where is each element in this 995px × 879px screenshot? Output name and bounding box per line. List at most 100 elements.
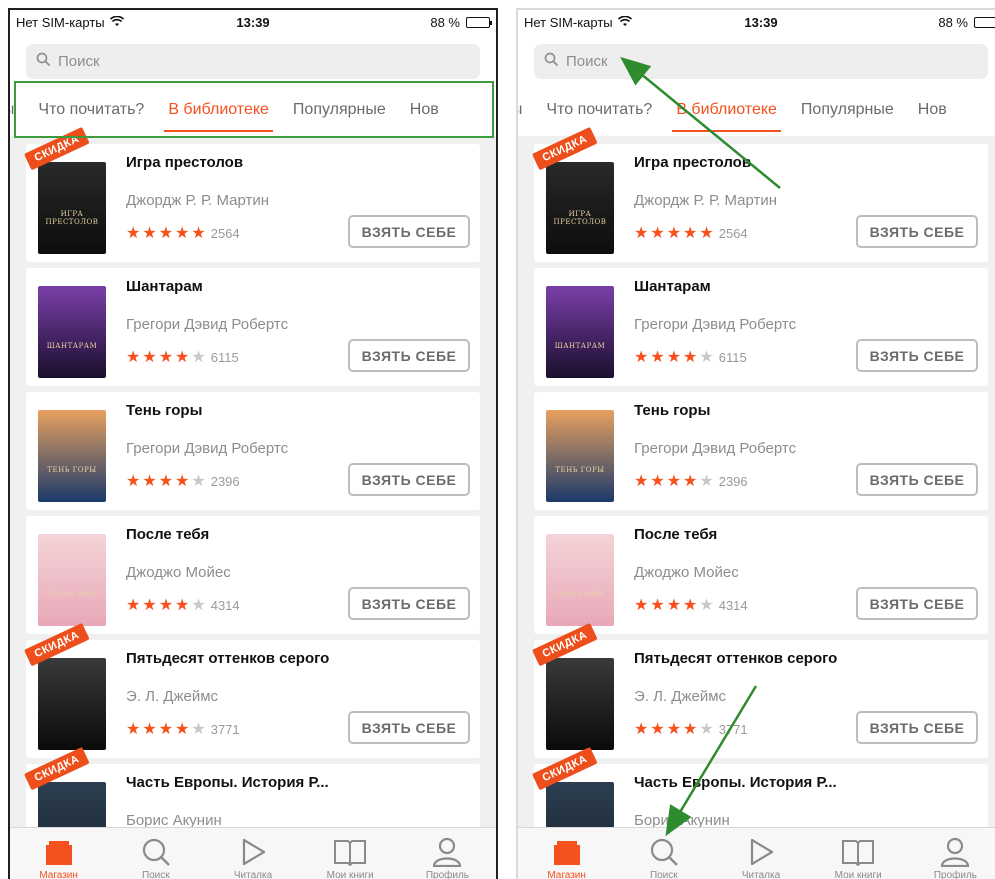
battery-percent: 88 % [938,15,968,30]
book-title[interactable]: Шантарам [634,278,711,295]
rating-count: 2396 [210,473,240,489]
book-card[interactable]: СКИДКА Пятьдесят оттенков серого Э. Л. Дже… [24,622,480,758]
rating: ★ ★ ★ ★ ★ 6115 [634,347,747,367]
tab-3[interactable]: Популярные [789,86,906,136]
star-icon: ★ [683,597,698,614]
take-book-button[interactable]: ВЗЯТЬ СЕБЕ [856,587,978,620]
tabbar-item-3[interactable]: Мои книги [810,828,907,879]
book-title[interactable]: Игра престолов [634,154,751,171]
rating: ★ ★ ★ ★ ★ 4314 [126,595,240,615]
book-title[interactable]: Шантарам [126,278,203,295]
search-bar [10,38,496,86]
tab-4[interactable]: Нов [906,86,959,136]
take-book-button[interactable]: ВЗЯТЬ СЕБЕ [856,339,978,372]
tabbar-item-2[interactable]: Читалка [204,828,301,879]
star-icon: ★ [666,473,682,490]
tabbar-label: Профиль [425,870,469,879]
book-cover[interactable] [38,658,106,750]
book-title[interactable]: Часть Европы. История Р... [126,774,329,791]
take-book-button[interactable]: ВЗЯТЬ СЕБЕ [856,215,978,248]
search-input[interactable] [566,53,946,70]
star-icon: ★ [666,349,682,366]
cover-title-art: ТЕНЬ ГОРЫ [555,466,605,474]
tabbar-label: Поиск [141,870,170,879]
book-title[interactable]: После тебя [126,526,209,543]
book-title[interactable]: Пятьдесят оттенков серого [634,650,837,667]
battery-icon [466,17,492,28]
star-icon: ★ [191,473,206,490]
book-title[interactable]: После тебя [634,526,717,543]
book-cover[interactable]: ИГРА ПРЕСТОЛОВ [546,162,614,254]
book-title[interactable]: Игра престолов [126,154,243,171]
book-cover[interactable]: ШАНТАРАМ [38,286,106,378]
book-card[interactable]: После тебя После тебя Джоджо Мойес ★ ★ ★ ★ ★ 431… [26,516,480,634]
book-author: Джоджо Мойес [126,564,231,581]
take-book-button[interactable]: ВЗЯТЬ СЕБЕ [348,711,470,744]
take-book-button[interactable]: ВЗЯТЬ СЕБЕ [348,587,470,620]
search-icon [647,836,681,868]
star-icon: ★ [634,473,649,490]
tabbar-item-1[interactable]: Поиск [107,828,204,879]
book-card[interactable]: ТЕНЬ ГОРЫ Тень горы Грегори Дэвид Робертс ★… [26,392,480,510]
take-book-button[interactable]: ВЗЯТЬ СЕБЕ [348,463,470,496]
book-cover[interactable]: После тебя [546,534,614,626]
star-icon: ★ [126,597,141,614]
star-icon: ★ [634,225,649,242]
tabbar-item-3[interactable]: Мои книги [302,828,399,879]
status-bar: Нет SIM-карты 13:39 88 % [518,10,995,38]
tab-2[interactable]: В библиотеке [664,86,789,136]
tabbar-item-2[interactable]: Читалка [712,828,809,879]
tab-1[interactable]: Что почитать? [534,86,664,136]
star-icon: ★ [634,349,649,366]
book-cover[interactable]: ШАНТАРАМ [546,286,614,378]
book-title[interactable]: Тень горы [126,402,202,419]
star-icon: ★ [142,597,157,614]
book-title[interactable]: Пятьдесят оттенков серого [126,650,329,667]
book-author: Грегори Дэвид Робертс [126,440,289,457]
tabbar-item-1[interactable]: Поиск [615,828,712,879]
book-card[interactable]: СКИДКА Пятьдесят оттенков серого Э. Л. Дже… [532,622,988,758]
book-cover[interactable]: ТЕНЬ ГОРЫ [546,410,614,502]
tabbar-item-0[interactable]: Магазин [10,828,107,879]
take-book-button[interactable]: ВЗЯТЬ СЕБЕ [856,463,978,496]
book-cover[interactable]: После тебя [38,534,106,626]
take-book-button[interactable]: ВЗЯТЬ СЕБЕ [348,215,470,248]
star-icon: ★ [142,473,157,490]
search-input[interactable] [58,53,438,70]
book-title[interactable]: Тень горы [634,402,710,419]
book-title[interactable]: Часть Европы. История Р... [634,774,837,791]
book-card[interactable]: ШАНТАРАМ Шантарам Грегори Дэвид Робертс ★ ★ ★… [534,268,988,386]
book-cover[interactable]: ИГРА ПРЕСТОЛОВ [38,162,106,254]
book-card[interactable]: ШАНТАРАМ Шантарам Грегори Дэвид Робертс ★ ★ ★… [26,268,480,386]
tabbar-label: Магазин [547,870,586,879]
tab-0[interactable]: ры [518,86,534,136]
rating-count: 3771 [718,721,748,737]
book-card[interactable]: После тебя После тебя Джоджо Мойес ★ ★ ★ ★ ★ 431… [534,516,988,634]
play-icon [236,836,270,868]
tabbar-item-4[interactable]: Профиль [907,828,995,879]
search-field[interactable] [26,44,480,79]
take-book-button[interactable]: ВЗЯТЬ СЕБЕ [856,711,978,744]
cover-title-art: После тебя [48,590,96,598]
tabbar-item-4[interactable]: Профиль [399,828,496,879]
star-icon: ★ [175,225,190,242]
book-card[interactable]: ИГРА ПРЕСТОЛОВ СКИДКА Игра престолов Джордж… [532,126,988,262]
take-book-button[interactable]: ВЗЯТЬ СЕБЕ [348,339,470,372]
cover-title-art: После тебя [556,590,604,598]
star-icon: ★ [191,225,206,242]
star-icon: ★ [666,721,682,738]
star-icon: ★ [142,349,157,366]
tabbar-item-0[interactable]: Магазин [518,828,615,879]
book-card[interactable]: ТЕНЬ ГОРЫ Тень горы Грегори Дэвид Робертс ★… [534,392,988,510]
book-cover[interactable] [546,658,614,750]
rating: ★ ★ ★ ★ ★ 6115 [126,347,239,367]
tabbar-label: Магазин [39,870,78,879]
book-icon [841,836,875,868]
book-card[interactable]: ИГРА ПРЕСТОЛОВ СКИДКА Игра престолов Джордж… [24,126,480,262]
rating-count: 3771 [210,721,240,737]
book-cover[interactable]: ТЕНЬ ГОРЫ [38,410,106,502]
search-field[interactable] [534,44,988,79]
tabbar-label: Поиск [649,870,678,879]
shop-icon [42,836,76,868]
rating-count: 4314 [718,597,748,613]
